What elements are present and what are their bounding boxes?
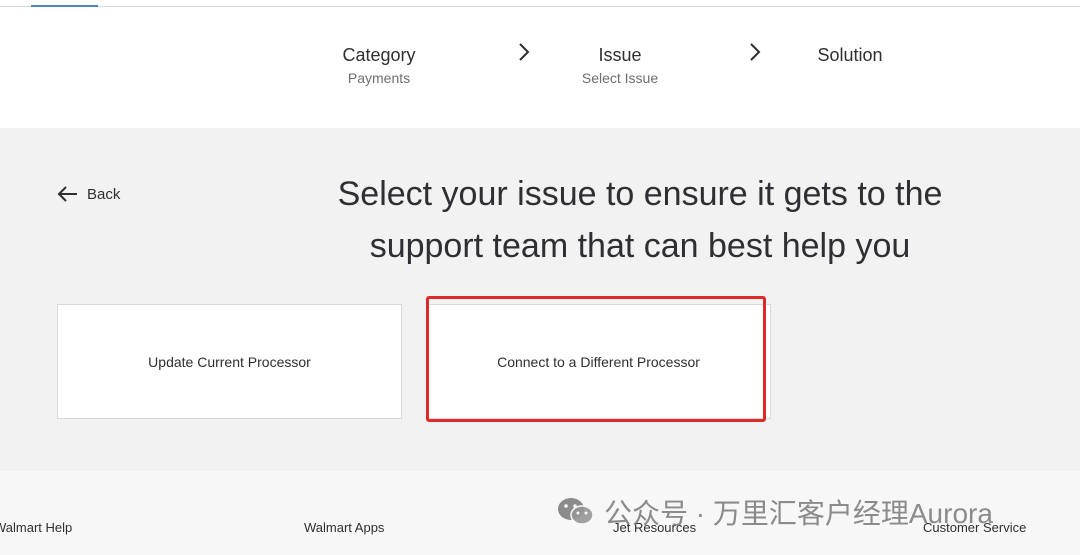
step-issue[interactable]: Issue Select Issue <box>540 44 700 87</box>
step-issue-title: Issue <box>598 45 642 65</box>
footer-link-walmart-help[interactable]: Walmart Help <box>0 520 72 535</box>
arrow-left-icon <box>57 186 77 202</box>
page-title-line-1: Select your issue to ensure it gets to t… <box>337 175 943 213</box>
chevron-right-icon <box>750 43 761 61</box>
page: Category Payments Issue Select Issue Sol… <box>0 0 1080 555</box>
option-label: Connect to a Different Processor <box>497 353 700 370</box>
watermark: 公众号 · 万里汇客户经理Aurora <box>556 494 993 530</box>
step-solution-title: Solution <box>817 45 883 65</box>
page-title-line-2: support team that can best help you <box>369 227 911 265</box>
issue-selection-panel: Back Select your issue to ensure it gets… <box>0 128 1080 471</box>
page-title: Select your issue to ensure it gets to t… <box>290 168 990 272</box>
chevron-right-icon <box>519 43 530 61</box>
progress-stepper: Category Payments Issue Select Issue Sol… <box>0 7 1080 128</box>
option-connect-different-processor[interactable]: Connect to a Different Processor <box>426 304 771 419</box>
back-button[interactable]: Back <box>57 183 120 205</box>
step-category[interactable]: Category Payments <box>299 44 459 87</box>
option-update-current-processor[interactable]: Update Current Processor <box>57 304 402 419</box>
back-label: Back <box>87 185 121 203</box>
step-category-title: Category <box>342 45 416 65</box>
step-issue-subtitle: Select Issue <box>581 70 659 86</box>
option-label: Update Current Processor <box>148 353 311 370</box>
step-category-subtitle: Payments <box>347 70 411 86</box>
footer-link-walmart-apps[interactable]: Walmart Apps <box>304 520 384 535</box>
step-solution[interactable]: Solution <box>770 44 930 66</box>
wechat-icon <box>558 498 594 525</box>
watermark-text: 公众号 · 万里汇客户经理Aurora <box>604 498 993 529</box>
